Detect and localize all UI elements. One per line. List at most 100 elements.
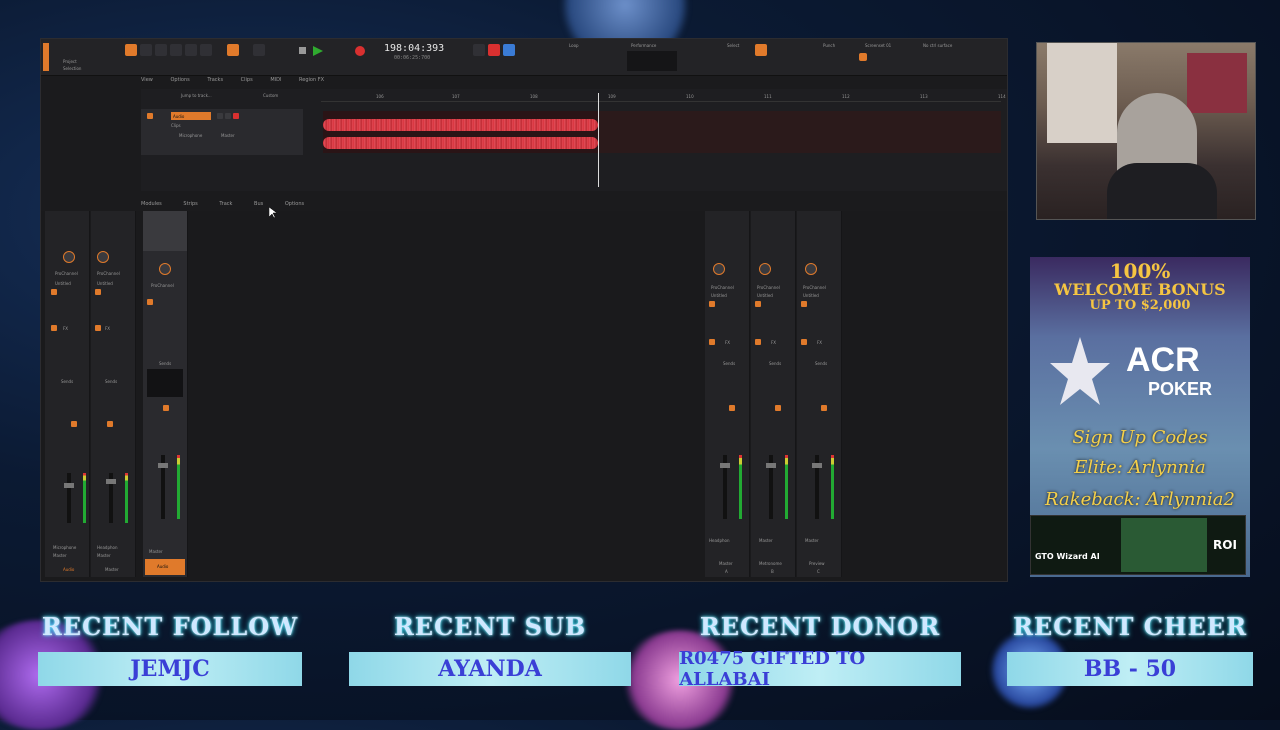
preset-label[interactable]: Untitled [55, 281, 71, 286]
record-arm-icon[interactable] [488, 44, 500, 56]
strip-output[interactable]: Master [805, 538, 819, 543]
menu-strips[interactable]: Strips [183, 201, 197, 207]
sends-label: Sends [105, 379, 118, 384]
fader-cap[interactable] [812, 463, 822, 468]
edit-tool-icon[interactable] [170, 44, 182, 56]
mute-button[interactable] [217, 113, 223, 119]
smart-tool-icon[interactable] [125, 44, 137, 56]
strip-name[interactable]: Master [719, 561, 733, 566]
gain-knob[interactable] [159, 263, 171, 275]
gain-knob[interactable] [63, 251, 75, 263]
menu-track[interactable]: Track [219, 201, 232, 207]
strip-name[interactable]: Audio [63, 567, 74, 572]
menu-options[interactable]: Options [170, 77, 189, 83]
arm-button[interactable] [233, 113, 239, 119]
record-icon[interactable] [355, 46, 365, 56]
stop-icon[interactable] [299, 47, 306, 54]
prochannel-enable[interactable] [755, 301, 761, 307]
prochannel-enable[interactable] [147, 299, 153, 305]
gain-knob[interactable] [805, 263, 817, 275]
erase-tool-icon[interactable] [200, 44, 212, 56]
snap-icon[interactable] [227, 44, 239, 56]
strip-output[interactable]: Master [53, 553, 67, 558]
menu-clips[interactable]: Clips [241, 77, 253, 83]
menu-tracks[interactable]: Tracks [207, 77, 223, 83]
audio-clip[interactable] [323, 111, 598, 153]
level-meter [177, 455, 180, 519]
preset-label[interactable]: Untitled [711, 293, 727, 298]
strip-output[interactable]: Master [149, 549, 163, 554]
console-empty-area [189, 211, 701, 577]
move-tool-icon[interactable] [155, 44, 167, 56]
draw-tool-icon[interactable] [185, 44, 197, 56]
strip-output[interactable]: Master [759, 538, 773, 543]
menu-options-console[interactable]: Options [285, 201, 304, 207]
fader-cap[interactable] [766, 463, 776, 468]
brand-name: ACR [1126, 341, 1200, 379]
now-cursor[interactable] [598, 93, 599, 187]
mute-icon[interactable] [473, 44, 485, 56]
menu-midi[interactable]: MIDI [270, 77, 281, 83]
clips-label: Clips [171, 123, 181, 128]
strip-name[interactable]: Master [105, 567, 119, 572]
fader-cap[interactable] [158, 463, 168, 468]
select-tool-icon[interactable] [140, 44, 152, 56]
timeline-ruler[interactable]: 106 107 108 109 110 111 112 113 114 [321, 93, 1006, 102]
play-icon[interactable] [313, 46, 323, 56]
track-output[interactable]: Master [221, 133, 235, 138]
record-arm-button[interactable] [71, 421, 77, 427]
fx-enable[interactable] [801, 339, 807, 345]
mute-button[interactable] [821, 405, 827, 411]
preset-label[interactable]: Untitled [757, 293, 773, 298]
strip-output[interactable]: Headphon [709, 538, 730, 543]
strip-input[interactable]: Headphon [97, 545, 118, 550]
gain-knob[interactable] [713, 263, 725, 275]
menu-region-fx[interactable]: Region FX [299, 77, 324, 83]
menu-modules[interactable]: Modules [141, 201, 162, 207]
volume-fader[interactable] [67, 473, 71, 523]
strip-name[interactable]: Preview [809, 561, 825, 566]
record-arm-button[interactable] [163, 405, 169, 411]
track-name-field[interactable]: Audio [171, 112, 211, 120]
track-lane-empty[interactable] [598, 111, 1001, 153]
fx-enable[interactable] [51, 325, 57, 331]
strip-input[interactable]: Microphone [53, 545, 76, 550]
strip-output[interactable]: Master [97, 553, 111, 558]
record-arm-button[interactable] [107, 421, 113, 427]
preset-label[interactable]: Untitled [97, 281, 113, 286]
fx-enable[interactable] [755, 339, 761, 345]
gain-knob[interactable] [759, 263, 771, 275]
now-time-display[interactable]: 198:04:393 [384, 43, 444, 54]
input-echo-icon[interactable] [503, 44, 515, 56]
screenset-1-button[interactable] [859, 53, 867, 61]
menu-bus[interactable]: Bus [254, 201, 263, 207]
preset-label[interactable]: Untitled [803, 293, 819, 298]
custom-label[interactable]: Custom [263, 93, 278, 98]
sponsor-panel: 100% WELCOME BONUS UP TO $2,000 ACR POKE… [1030, 257, 1250, 577]
fx-enable[interactable] [709, 339, 715, 345]
select-mode-icon[interactable] [755, 44, 767, 56]
mute-button[interactable] [729, 405, 735, 411]
prochannel-enable[interactable] [51, 289, 57, 295]
fader-cap[interactable] [106, 479, 116, 484]
track-input[interactable]: Microphone [179, 133, 202, 138]
fader-cap[interactable] [64, 483, 74, 488]
wall-poster [1187, 53, 1247, 113]
sends-area[interactable] [147, 369, 183, 397]
ruler-tick: 114 [998, 94, 1006, 99]
strip-name-field[interactable]: Audio [145, 559, 185, 575]
solo-button[interactable] [225, 113, 231, 119]
prochannel-enable[interactable] [709, 301, 715, 307]
menu-view[interactable]: View [141, 77, 153, 83]
strip-name[interactable]: Metronome [759, 561, 782, 566]
fx-label: FX [771, 340, 777, 345]
fx-enable[interactable] [95, 325, 101, 331]
prochannel-enable[interactable] [801, 301, 807, 307]
track-header[interactable]: Audio Clips Microphone Master [141, 109, 303, 155]
prochannel-enable[interactable] [95, 289, 101, 295]
jump-to-track[interactable]: Jump to track... [181, 93, 212, 98]
marks-icon[interactable] [253, 44, 265, 56]
gain-knob[interactable] [97, 251, 109, 263]
fader-cap[interactable] [720, 463, 730, 468]
mute-button[interactable] [775, 405, 781, 411]
